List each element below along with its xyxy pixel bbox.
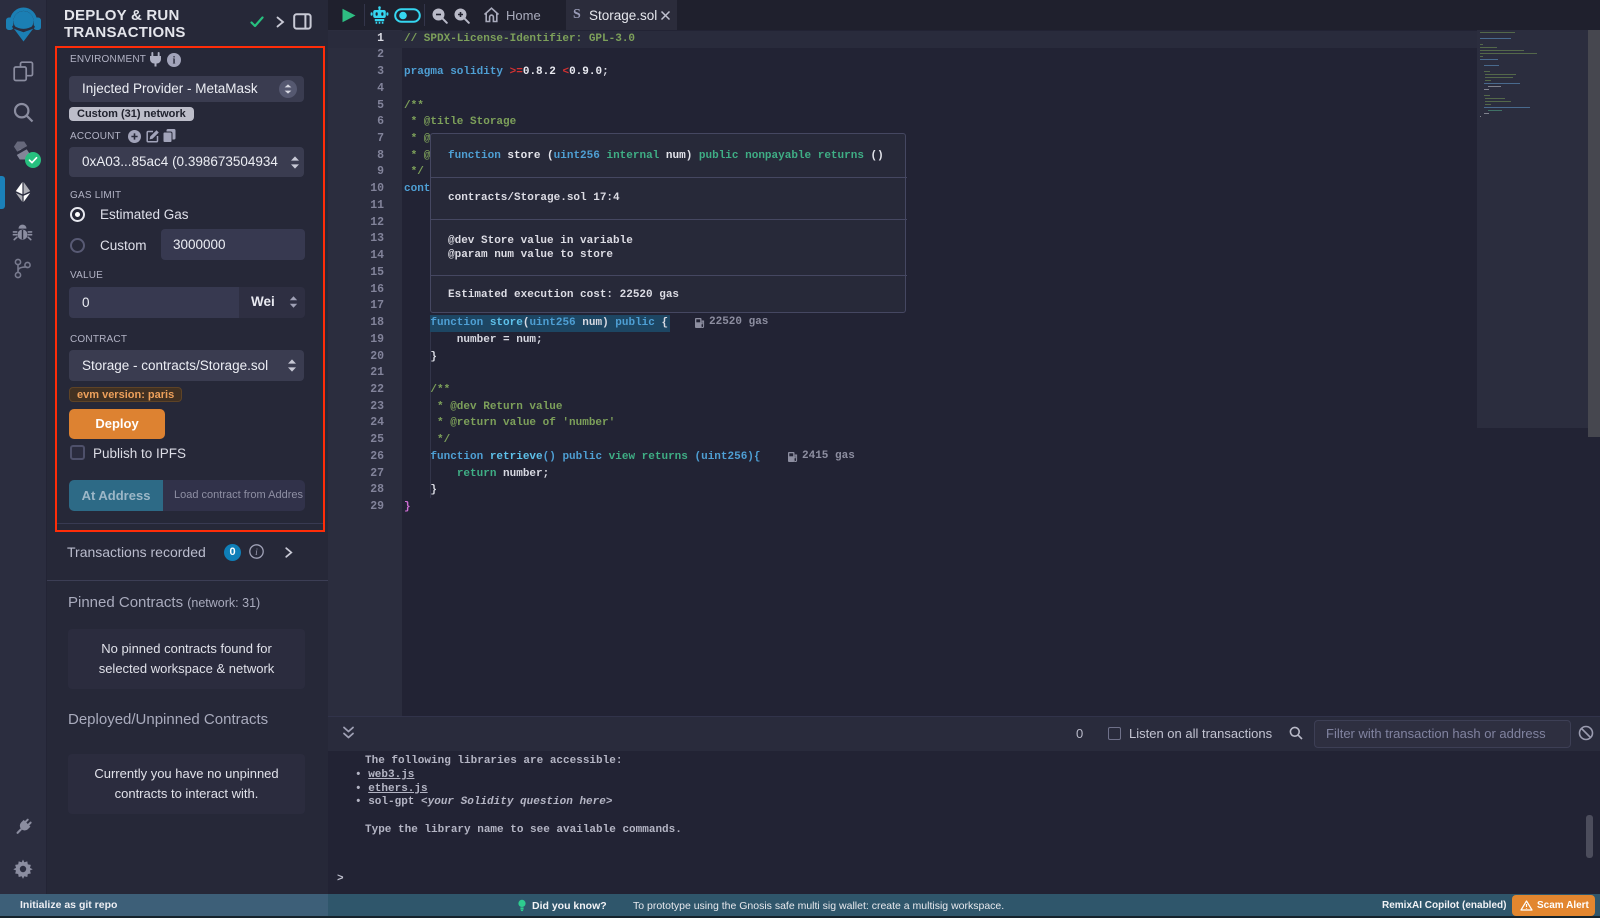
svg-text:i: i	[255, 548, 258, 558]
